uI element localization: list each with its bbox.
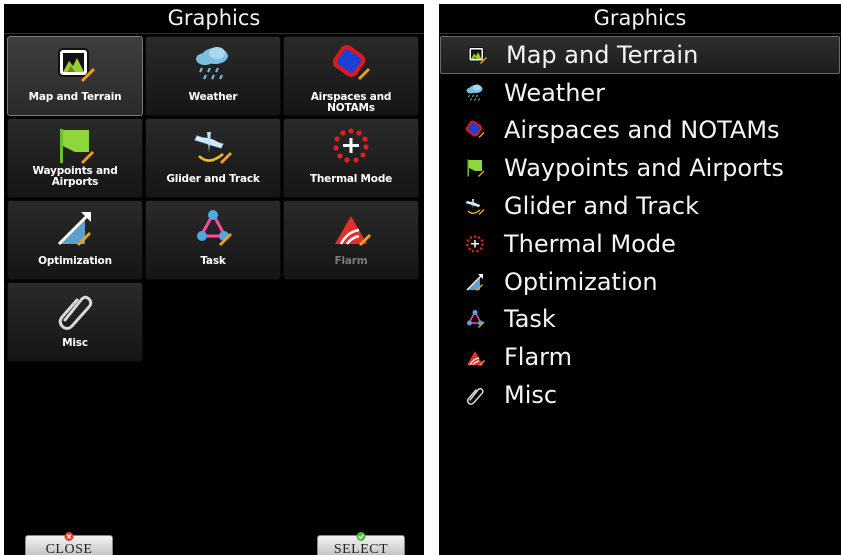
airspace-icon xyxy=(331,44,371,84)
thermal-icon xyxy=(465,234,485,254)
glider-icon xyxy=(193,126,233,166)
paperclip-icon xyxy=(465,385,485,405)
weather-icon xyxy=(193,44,233,84)
select-button[interactable]: SELECT xyxy=(317,532,405,555)
list-item-label: Misc xyxy=(504,381,558,410)
flarm-icon xyxy=(331,208,371,248)
tile-airspaces-and-notams[interactable]: Airspaces and NOTAMs xyxy=(283,36,419,116)
menu-list: Map and Terrain Weather Airspaces and NO… xyxy=(439,36,841,414)
task-icon xyxy=(465,309,485,329)
tile-label: Weather xyxy=(188,91,238,103)
tile-label: Flarm xyxy=(334,255,368,267)
list-item-glider-and-track[interactable]: Glider and Track xyxy=(439,187,841,225)
list-item-label: Airspaces and NOTAMs xyxy=(504,116,780,145)
graphics-list-panel: Graphics Map and Terrain Weather Airspac… xyxy=(439,4,841,555)
tile-label: Optimization xyxy=(38,255,112,267)
glider-icon xyxy=(465,196,485,216)
tile-label: Waypoints and Airports xyxy=(32,165,118,188)
waypoint-flag-icon xyxy=(55,126,95,166)
tile-label: Task xyxy=(200,255,226,267)
close-x-icon xyxy=(64,532,74,541)
tile-optimization[interactable]: Optimization xyxy=(7,200,143,280)
page-title: Graphics xyxy=(439,4,841,34)
tile-label: Misc xyxy=(62,337,88,349)
tile-label: Map and Terrain xyxy=(28,91,122,103)
list-item-weather[interactable]: Weather xyxy=(439,74,841,112)
flarm-icon xyxy=(465,347,485,367)
tile-misc[interactable]: Misc xyxy=(7,282,143,362)
map-terrain-icon xyxy=(55,44,95,84)
list-item-airspaces-and-notams[interactable]: Airspaces and NOTAMs xyxy=(439,112,841,150)
graphics-grid-panel: Graphics Map and Terrain Weather Airspac… xyxy=(4,4,424,555)
list-item-label: Optimization xyxy=(504,267,658,296)
tile-label: Airspaces and NOTAMs xyxy=(310,91,392,114)
list-item-label: Waypoints and Airports xyxy=(504,154,784,183)
list-item-label: Thermal Mode xyxy=(504,229,676,258)
tile-task[interactable]: Task xyxy=(145,200,281,280)
airspace-icon xyxy=(465,120,485,140)
tile-waypoints-and-airports[interactable]: Waypoints and Airports xyxy=(7,118,143,198)
tile-weather[interactable]: Weather xyxy=(145,36,281,116)
list-item-waypoints-and-airports[interactable]: Waypoints and Airports xyxy=(439,149,841,187)
list-item-optimization[interactable]: Optimization xyxy=(439,263,841,301)
list-item-label: Map and Terrain xyxy=(506,40,699,69)
waypoint-flag-icon xyxy=(465,158,485,178)
list-item-misc[interactable]: Misc xyxy=(439,376,841,414)
map-terrain-icon xyxy=(467,45,487,65)
menu-grid: Map and Terrain Weather Airspaces and NO… xyxy=(7,36,421,366)
weather-icon xyxy=(465,83,485,103)
page-title: Graphics xyxy=(4,4,424,34)
tile-label: Glider and Track xyxy=(166,173,260,185)
optimization-icon xyxy=(55,208,95,248)
tile-glider-and-track[interactable]: Glider and Track xyxy=(145,118,281,198)
list-item-thermal-mode[interactable]: Thermal Mode xyxy=(439,225,841,263)
list-item-map-and-terrain[interactable]: Map and Terrain xyxy=(440,36,840,74)
select-check-icon xyxy=(356,532,366,541)
list-item-label: Task xyxy=(504,305,556,334)
tile-label: Thermal Mode xyxy=(309,173,393,185)
close-button[interactable]: CLOSE xyxy=(25,532,113,555)
list-item-flarm[interactable]: Flarm xyxy=(439,338,841,376)
close-button-label: CLOSE xyxy=(45,542,93,555)
list-item-label: Glider and Track xyxy=(504,192,700,221)
select-button-label: SELECT xyxy=(333,542,389,555)
optimization-icon xyxy=(465,272,485,292)
tile-flarm[interactable]: Flarm xyxy=(283,200,419,280)
tile-thermal-mode[interactable]: Thermal Mode xyxy=(283,118,419,198)
list-item-label: Flarm xyxy=(504,343,573,372)
tile-map-and-terrain[interactable]: Map and Terrain xyxy=(7,36,143,116)
thermal-icon xyxy=(331,126,371,166)
task-icon xyxy=(193,208,233,248)
list-item-label: Weather xyxy=(504,78,606,107)
paperclip-icon xyxy=(55,290,95,330)
list-item-task[interactable]: Task xyxy=(439,301,841,339)
